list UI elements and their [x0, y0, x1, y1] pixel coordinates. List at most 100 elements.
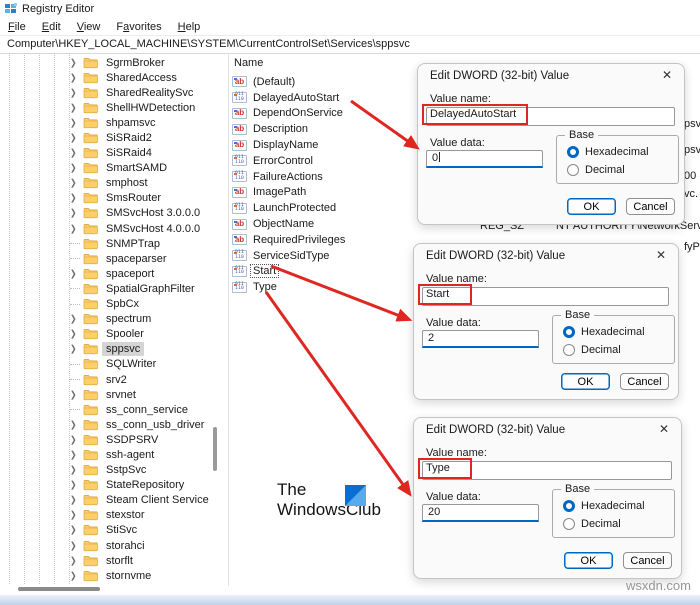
- tree-horizontal-scrollbar-thumb[interactable]: [18, 587, 100, 591]
- expand-chevron-icon[interactable]: ❯: [70, 555, 77, 565]
- value-data-input[interactable]: 20: [422, 504, 539, 522]
- ok-button[interactable]: OK: [564, 552, 613, 569]
- ok-button[interactable]: OK: [561, 373, 610, 390]
- value-data-input[interactable]: 0: [426, 150, 543, 168]
- ok-button[interactable]: OK: [567, 198, 616, 215]
- tree-item-sppsvc[interactable]: ❯ sppsvc: [0, 342, 212, 357]
- value-row-launchprotected[interactable]: 011 110 LaunchProtected: [232, 200, 347, 216]
- tree-item-sqlwriter[interactable]: SQLWriter: [0, 357, 212, 372]
- expand-chevron-icon[interactable]: ❯: [70, 435, 77, 444]
- radio-hexadecimal[interactable]: Hexadecimal: [563, 326, 674, 338]
- expand-chevron-icon[interactable]: ❯: [70, 450, 77, 459]
- tree-item-sisraid4[interactable]: ❯ SiSRaid4: [0, 146, 212, 161]
- tree-item-storflt[interactable]: ❯ storflt: [0, 553, 212, 568]
- tree-item-ss-conn-service[interactable]: ss_conn_service: [0, 402, 212, 417]
- menu-view[interactable]: View: [69, 21, 109, 33]
- expand-chevron-icon[interactable]: ❯: [70, 148, 77, 158]
- expand-chevron-icon[interactable]: ❯: [70, 118, 77, 127]
- tree-item-smsvchost-4-0-0-0[interactable]: ❯ SMSvcHost 4.0.0.0: [0, 221, 212, 236]
- value-row-imagepath[interactable]: ab ImagePath: [232, 185, 347, 201]
- expand-chevron-icon[interactable]: ❯: [70, 389, 77, 399]
- tree-item-ssh-agent[interactable]: ❯ ssh-agent: [0, 447, 212, 462]
- expand-chevron-icon[interactable]: ❯: [70, 178, 77, 188]
- tree-item-sisraid2[interactable]: ❯ SiSRaid2: [0, 130, 212, 145]
- tree-item-ssdpsrv[interactable]: ❯ SSDPSRV: [0, 432, 212, 447]
- value-row-failureactions[interactable]: 011 110 FailureActions: [232, 169, 347, 185]
- tree-item-sgrmbroker[interactable]: ❯ SgrmBroker: [0, 55, 212, 70]
- value-row-displayname[interactable]: ab DisplayName: [232, 137, 347, 153]
- tree-item-storahci[interactable]: ❯ storahci: [0, 538, 212, 553]
- tree-item-stisvc[interactable]: ❯ StiSvc: [0, 523, 212, 538]
- menu-edit[interactable]: Edit: [34, 21, 69, 33]
- radio-hexadecimal[interactable]: Hexadecimal: [563, 500, 674, 512]
- tree-item-srvnet[interactable]: ❯ srvnet: [0, 387, 212, 402]
- value-row-start[interactable]: 011 110 Start: [232, 264, 347, 280]
- tree-item-stexstor[interactable]: ❯ stexstor: [0, 508, 212, 523]
- expand-chevron-icon[interactable]: ❯: [70, 208, 77, 218]
- expand-chevron-icon[interactable]: ❯: [70, 525, 77, 535]
- expand-chevron-icon[interactable]: ❯: [70, 163, 77, 173]
- cancel-button[interactable]: Cancel: [626, 198, 675, 215]
- tree-item-spatialgraphfilter[interactable]: SpatialGraphFilter: [0, 281, 212, 296]
- expand-chevron-icon[interactable]: ❯: [70, 57, 77, 67]
- value-row-requiredprivileges[interactable]: ab RequiredPrivileges: [232, 232, 347, 248]
- tree-item-sstpsvc[interactable]: ❯ SstpSvc: [0, 463, 212, 478]
- tree-item-staterepository[interactable]: ❯ StateRepository: [0, 478, 212, 493]
- expand-chevron-icon[interactable]: ❯: [70, 510, 77, 520]
- expand-chevron-icon[interactable]: ❯: [70, 480, 77, 490]
- expand-chevron-icon[interactable]: ❯: [70, 571, 77, 580]
- tree-item-spooler[interactable]: ❯ Spooler: [0, 327, 212, 342]
- tree-item-spectrum[interactable]: ❯ spectrum: [0, 312, 212, 327]
- tree-item-snmptrap[interactable]: SNMPTrap: [0, 236, 212, 251]
- expand-chevron-icon[interactable]: ❯: [70, 540, 77, 550]
- close-icon[interactable]: ✕: [656, 248, 666, 262]
- expand-chevron-icon[interactable]: ❯: [70, 193, 77, 203]
- radio-decimal[interactable]: Decimal: [567, 164, 678, 176]
- expand-chevron-icon[interactable]: ❯: [70, 495, 77, 505]
- expand-chevron-icon[interactable]: ❯: [70, 72, 77, 82]
- value-row-errorcontrol[interactable]: 011 110 ErrorControl: [232, 153, 347, 169]
- tree-item-smphost[interactable]: ❯ smphost: [0, 176, 212, 191]
- tree-item-spaceparser[interactable]: spaceparser: [0, 251, 212, 266]
- cancel-button[interactable]: Cancel: [623, 552, 672, 569]
- tree-item-smartsamd[interactable]: ❯ SmartSAMD: [0, 161, 212, 176]
- radio-decimal[interactable]: Decimal: [563, 518, 674, 530]
- tree-item-smsrouter[interactable]: ❯ SmsRouter: [0, 191, 212, 206]
- close-icon[interactable]: ✕: [662, 68, 672, 82]
- close-icon[interactable]: ✕: [659, 422, 669, 436]
- tree-item-shellhwdetection[interactable]: ❯ ShellHWDetection: [0, 100, 212, 115]
- expand-chevron-icon[interactable]: ❯: [70, 344, 77, 354]
- value-row-dependonservice[interactable]: ab DependOnService: [232, 106, 347, 122]
- expand-chevron-icon[interactable]: ❯: [70, 314, 77, 324]
- value-row-delayedautostart[interactable]: 011 110 DelayedAutoStart: [232, 90, 347, 106]
- tree-vertical-scrollbar-thumb[interactable]: [213, 427, 217, 471]
- menu-file[interactable]: File: [0, 21, 34, 33]
- expand-chevron-icon[interactable]: ❯: [70, 269, 77, 278]
- expand-chevron-icon[interactable]: ❯: [70, 223, 77, 233]
- value-row-servicesidtype[interactable]: 011 110 ServiceSidType: [232, 248, 347, 264]
- tree-item-spbcx[interactable]: SpbCx: [0, 297, 212, 312]
- value-row-objectname[interactable]: ab ObjectName: [232, 216, 347, 232]
- expand-chevron-icon[interactable]: ❯: [70, 133, 77, 142]
- tree-item-sharedrealitysvc[interactable]: ❯ SharedRealitySvc: [0, 85, 212, 100]
- tree-item-srv2[interactable]: srv2: [0, 372, 212, 387]
- value-row-type[interactable]: 011 110 Type: [232, 279, 347, 295]
- expand-chevron-icon[interactable]: ❯: [70, 420, 77, 429]
- tree-item-steam-client-service[interactable]: ❯ Steam Client Service: [0, 493, 212, 508]
- expand-chevron-icon[interactable]: ❯: [70, 103, 77, 112]
- tree-item-shpamsvc[interactable]: ❯ shpamsvc: [0, 115, 212, 130]
- value-row-description[interactable]: ab Description: [232, 121, 347, 137]
- menu-favorites[interactable]: Favorites: [108, 21, 169, 33]
- tree-item-stornvme[interactable]: ❯ stornvme: [0, 568, 212, 583]
- tree-item-spaceport[interactable]: ❯ spaceport: [0, 266, 212, 281]
- tree-item-sharedaccess[interactable]: ❯ SharedAccess: [0, 70, 212, 85]
- expand-chevron-icon[interactable]: ❯: [70, 329, 77, 339]
- value-row--default-[interactable]: ab (Default): [232, 74, 347, 90]
- expand-chevron-icon[interactable]: ❯: [70, 465, 77, 474]
- value-data-input[interactable]: 2: [422, 330, 539, 348]
- radio-decimal[interactable]: Decimal: [563, 344, 674, 356]
- radio-hexadecimal[interactable]: Hexadecimal: [567, 146, 678, 158]
- cancel-button[interactable]: Cancel: [620, 373, 669, 390]
- tree-item-smsvchost-3-0-0-0[interactable]: ❯ SMSvcHost 3.0.0.0: [0, 206, 212, 221]
- expand-chevron-icon[interactable]: ❯: [70, 88, 77, 97]
